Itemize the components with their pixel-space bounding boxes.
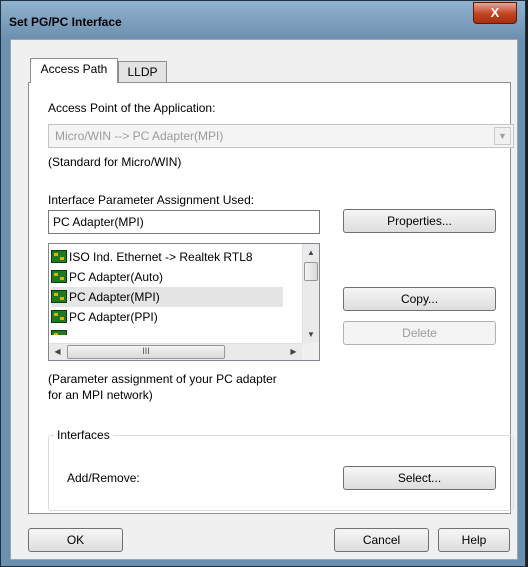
interface-field[interactable]: PC Adapter(MPI) — [48, 210, 320, 234]
delete-button[interactable]: Delete — [343, 321, 496, 345]
scroll-up-icon[interactable]: ▲ — [303, 244, 319, 261]
access-point-label: Access Point of the Application: — [48, 101, 216, 115]
dialog-client: Access Path LLDP Access Point of the App… — [10, 39, 518, 560]
tab-label: Access Path — [40, 62, 108, 76]
ok-button[interactable]: OK — [28, 528, 123, 552]
tab-lldp[interactable]: LLDP — [118, 61, 167, 83]
network-adapter-icon — [51, 290, 67, 303]
list-item-label: PC Adapter(PPI) — [69, 310, 158, 324]
scroll-thumb[interactable]: III — [67, 345, 225, 359]
scroll-grip: III — [142, 346, 150, 356]
horizontal-scrollbar[interactable]: ◀ III ▶ — [49, 343, 302, 360]
dialog-window: Set PG/PC Interface X Access Path LLDP A… — [0, 0, 526, 567]
interfaces-group: Interfaces Add/Remove: Select... — [48, 428, 514, 511]
window-title: Set PG/PC Interface — [9, 15, 122, 29]
interface-list[interactable]: ISO Ind. Ethernet -> Realtek RTL8 PC Ada… — [48, 243, 320, 361]
access-point-note: (Standard for Micro/WIN) — [48, 155, 182, 169]
list-item[interactable]: ISO Ind. Ethernet -> Realtek RTL8 — [51, 247, 253, 267]
list-item[interactable]: PC Adapter(PPI) — [51, 307, 158, 327]
network-adapter-icon — [51, 250, 67, 263]
network-adapter-icon — [51, 330, 67, 335]
access-point-value: Micro/WIN --> PC Adapter(MPI) — [55, 129, 224, 143]
tab-label: LLDP — [127, 65, 158, 79]
scroll-left-icon[interactable]: ◀ — [49, 344, 66, 360]
tab-access-path[interactable]: Access Path — [30, 58, 118, 83]
interface-value: PC Adapter(MPI) — [53, 215, 144, 229]
scroll-corner — [302, 343, 319, 360]
tab-panel: Access Point of the Application: Micro/W… — [28, 82, 514, 514]
vertical-scrollbar[interactable]: ▲ ▼ — [302, 244, 319, 343]
scroll-thumb[interactable] — [304, 262, 318, 281]
help-button[interactable]: Help — [438, 528, 510, 552]
select-button[interactable]: Select... — [343, 466, 496, 490]
list-item-label: PC Adapter(MPI) — [69, 290, 160, 304]
scroll-down-icon[interactable]: ▼ — [303, 326, 319, 343]
network-adapter-icon — [51, 270, 67, 283]
access-point-combo[interactable]: Micro/WIN --> PC Adapter(MPI) ▼ — [48, 124, 514, 148]
properties-button[interactable]: Properties... — [343, 209, 496, 233]
chevron-down-icon[interactable]: ▼ — [494, 127, 511, 145]
interface-description-line2: for an MPI network) — [48, 388, 153, 402]
interfaces-legend: Interfaces — [54, 428, 113, 442]
title-bar[interactable]: Set PG/PC Interface X — [1, 1, 525, 39]
interface-description-line1: (Parameter assignment of your PC adapter — [48, 372, 277, 386]
list-item-selected[interactable]: PC Adapter(MPI) — [51, 287, 283, 307]
cancel-button[interactable]: Cancel — [334, 528, 429, 552]
list-item-label: ISO Ind. Ethernet -> Realtek RTL8 — [69, 250, 253, 264]
copy-button[interactable]: Copy... — [343, 287, 496, 311]
list-item[interactable]: PC Adapter(Auto) — [51, 267, 163, 287]
add-remove-label: Add/Remove: — [67, 471, 140, 485]
close-button[interactable]: X — [473, 2, 517, 24]
close-icon: X — [490, 5, 500, 20]
list-item-label: PC Adapter(Auto) — [69, 270, 164, 284]
list-item[interactable] — [51, 327, 69, 335]
scroll-right-icon[interactable]: ▶ — [285, 344, 302, 360]
interface-label: Interface Parameter Assignment Used: — [48, 193, 255, 207]
network-adapter-icon — [51, 310, 67, 323]
